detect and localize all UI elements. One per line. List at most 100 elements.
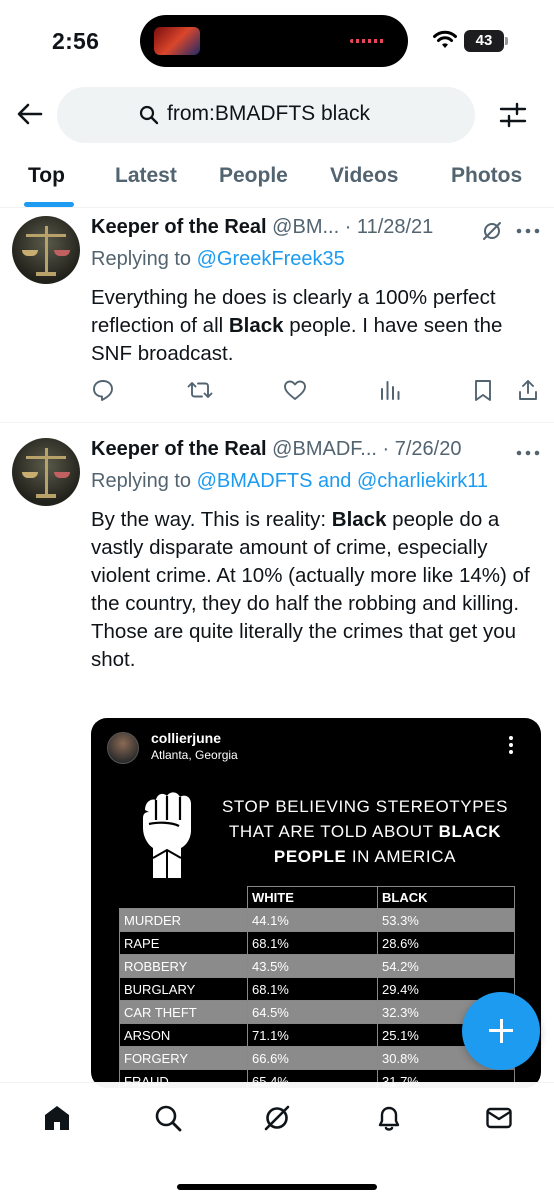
media-headline: STOP BELIEVING STEREOTYPES THAT ARE TOLD… xyxy=(209,794,521,869)
now-playing-thumbnail xyxy=(154,27,200,55)
cell-category: ARSON xyxy=(119,1023,248,1047)
active-tab-indicator xyxy=(24,202,74,207)
status-time: 2:56 xyxy=(52,28,100,54)
cell-white: 68.1% xyxy=(247,931,378,955)
raised-fist-icon xyxy=(143,792,191,878)
reply-mention[interactable]: @GreekFreek35 xyxy=(197,248,345,270)
cell-black: 54.2% xyxy=(377,954,515,978)
tweet-text-part: By the way. This is reality: xyxy=(91,508,332,531)
tweet-header: Keeper of the Real @BM... · 11/28/21 xyxy=(91,216,433,239)
headline-line: STOP BELIEVING STEREOTYPES xyxy=(221,797,509,816)
cell-category: ROBBERY xyxy=(119,954,248,978)
tweet-header: Keeper of the Real @BMADF... · 7/26/20 xyxy=(91,438,461,461)
table-header-black: BLACK xyxy=(377,886,515,909)
tweet[interactable]: Keeper of the Real @BM... · 11/28/21 Rep… xyxy=(0,208,554,422)
table-row: CAR THEFT 64.5% 32.3% xyxy=(119,1000,515,1024)
search-settings-icon[interactable] xyxy=(498,100,528,130)
search-tabs: Top Latest People Videos Photos xyxy=(0,150,554,208)
cell-white: 44.1% xyxy=(247,908,378,932)
cell-white: 71.1% xyxy=(247,1023,378,1047)
home-indicator xyxy=(177,1184,377,1190)
reply-context: Replying to @GreekFreek35 xyxy=(91,248,345,271)
reply-icon[interactable] xyxy=(91,378,115,402)
table-row: RAPE 68.1% 28.6% xyxy=(119,931,515,955)
views-icon[interactable] xyxy=(378,378,402,402)
author-name[interactable]: Keeper of the Real xyxy=(91,216,267,238)
notifications-icon[interactable] xyxy=(374,1103,404,1133)
compose-button[interactable] xyxy=(462,992,540,1070)
cell-category: BURGLARY xyxy=(119,977,248,1001)
table-row: MURDER 44.1% 53.3% xyxy=(119,908,515,932)
table-header-empty xyxy=(120,887,248,909)
table-header-row: WHITE BLACK xyxy=(120,886,515,909)
cell-category: MURDER xyxy=(119,908,248,932)
cell-black: 53.3% xyxy=(377,908,515,932)
bottom-navigation xyxy=(0,1082,554,1200)
repost-icon[interactable] xyxy=(187,378,213,402)
tweet-text: By the way. This is reality: Black peopl… xyxy=(91,506,543,674)
home-icon[interactable] xyxy=(42,1103,72,1133)
tweet-text-highlight: Black xyxy=(228,314,284,337)
table-row: ARSON 71.1% 25.1% xyxy=(119,1023,515,1047)
headline-line: IN AMERICA xyxy=(346,847,457,866)
messages-icon[interactable] xyxy=(484,1103,514,1133)
table-row: ROBBERY 43.5% 54.2% xyxy=(119,954,515,978)
status-bar: 2:56 43 xyxy=(0,0,554,80)
headline-line: THAT ARE TOLD ABOUT xyxy=(228,822,439,841)
grok-nav-icon[interactable] xyxy=(262,1103,292,1133)
share-icon[interactable] xyxy=(516,378,540,402)
tab-people[interactable]: People xyxy=(219,164,288,188)
battery-indicator: 43 xyxy=(464,30,508,52)
search-input[interactable]: from:BMADFTS black xyxy=(57,87,475,143)
author-handle[interactable]: @BM... xyxy=(272,216,339,238)
cell-category: CAR THEFT xyxy=(119,1000,248,1024)
cell-white: 64.5% xyxy=(247,1000,378,1024)
audio-wave-icon xyxy=(350,39,386,43)
tweet-date[interactable]: · 7/26/20 xyxy=(383,438,462,460)
tweet-text-part: Those are quite literally the crimes tha… xyxy=(91,620,517,671)
explore-icon[interactable] xyxy=(153,1103,183,1133)
cell-category: RAPE xyxy=(119,931,248,955)
grok-icon[interactable] xyxy=(481,220,503,242)
bookmark-icon[interactable] xyxy=(472,378,494,402)
cell-white: 43.5% xyxy=(247,954,378,978)
reply-prefix: Replying to xyxy=(91,470,197,492)
reply-prefix: Replying to xyxy=(91,248,197,270)
search-header: from:BMADFTS black xyxy=(0,80,554,150)
tweet-date[interactable]: · 11/28/21 xyxy=(345,216,434,238)
cell-black: 28.6% xyxy=(377,931,515,955)
media-more-icon xyxy=(509,736,515,757)
reply-mention[interactable]: @BMADFTS and @charliekirk11 xyxy=(197,470,488,492)
cell-white: 66.6% xyxy=(247,1046,378,1070)
plus-icon xyxy=(499,1019,503,1043)
table-header-white: WHITE xyxy=(247,886,378,909)
avatar[interactable] xyxy=(12,438,80,506)
media-avatar xyxy=(107,732,139,764)
author-name[interactable]: Keeper of the Real xyxy=(91,438,267,460)
crime-stats-table: WHITE BLACK MURDER 44.1% 53.3% RAPE 68.1% 28.… xyxy=(119,886,515,1088)
back-arrow-icon[interactable] xyxy=(14,98,46,130)
headline-highlight: PEOPLE xyxy=(273,847,347,866)
headline-highlight: BLACK xyxy=(438,822,502,841)
search-icon xyxy=(139,105,159,125)
tweet-text-highlight: Black xyxy=(331,508,387,531)
tab-latest[interactable]: Latest xyxy=(115,164,177,188)
avatar[interactable] xyxy=(12,216,80,284)
table-row: FORGERY 66.6% 30.8% xyxy=(119,1046,515,1070)
author-handle[interactable]: @BMADF... xyxy=(272,438,377,460)
table-body: MURDER 44.1% 53.3% RAPE 68.1% 28.6% ROBBERY 43.… xyxy=(119,908,515,1088)
tab-photos[interactable]: Photos xyxy=(451,164,522,188)
like-icon[interactable] xyxy=(283,378,307,402)
wifi-icon xyxy=(433,30,457,48)
tab-videos[interactable]: Videos xyxy=(330,164,398,188)
cell-category: FORGERY xyxy=(119,1046,248,1070)
more-options-icon[interactable] xyxy=(516,228,540,234)
divider xyxy=(0,422,554,423)
table-row: BURGLARY 68.1% 29.4% xyxy=(119,977,515,1001)
reply-context: Replying to @BMADFTS and @charliekirk11 xyxy=(91,470,488,493)
tweet-actions xyxy=(91,378,541,408)
more-options-icon[interactable] xyxy=(516,450,540,456)
tab-top[interactable]: Top xyxy=(28,164,65,188)
search-query: from:BMADFTS black xyxy=(167,102,371,125)
tweet-text: Everything he does is clearly a 100% per… xyxy=(91,284,543,368)
